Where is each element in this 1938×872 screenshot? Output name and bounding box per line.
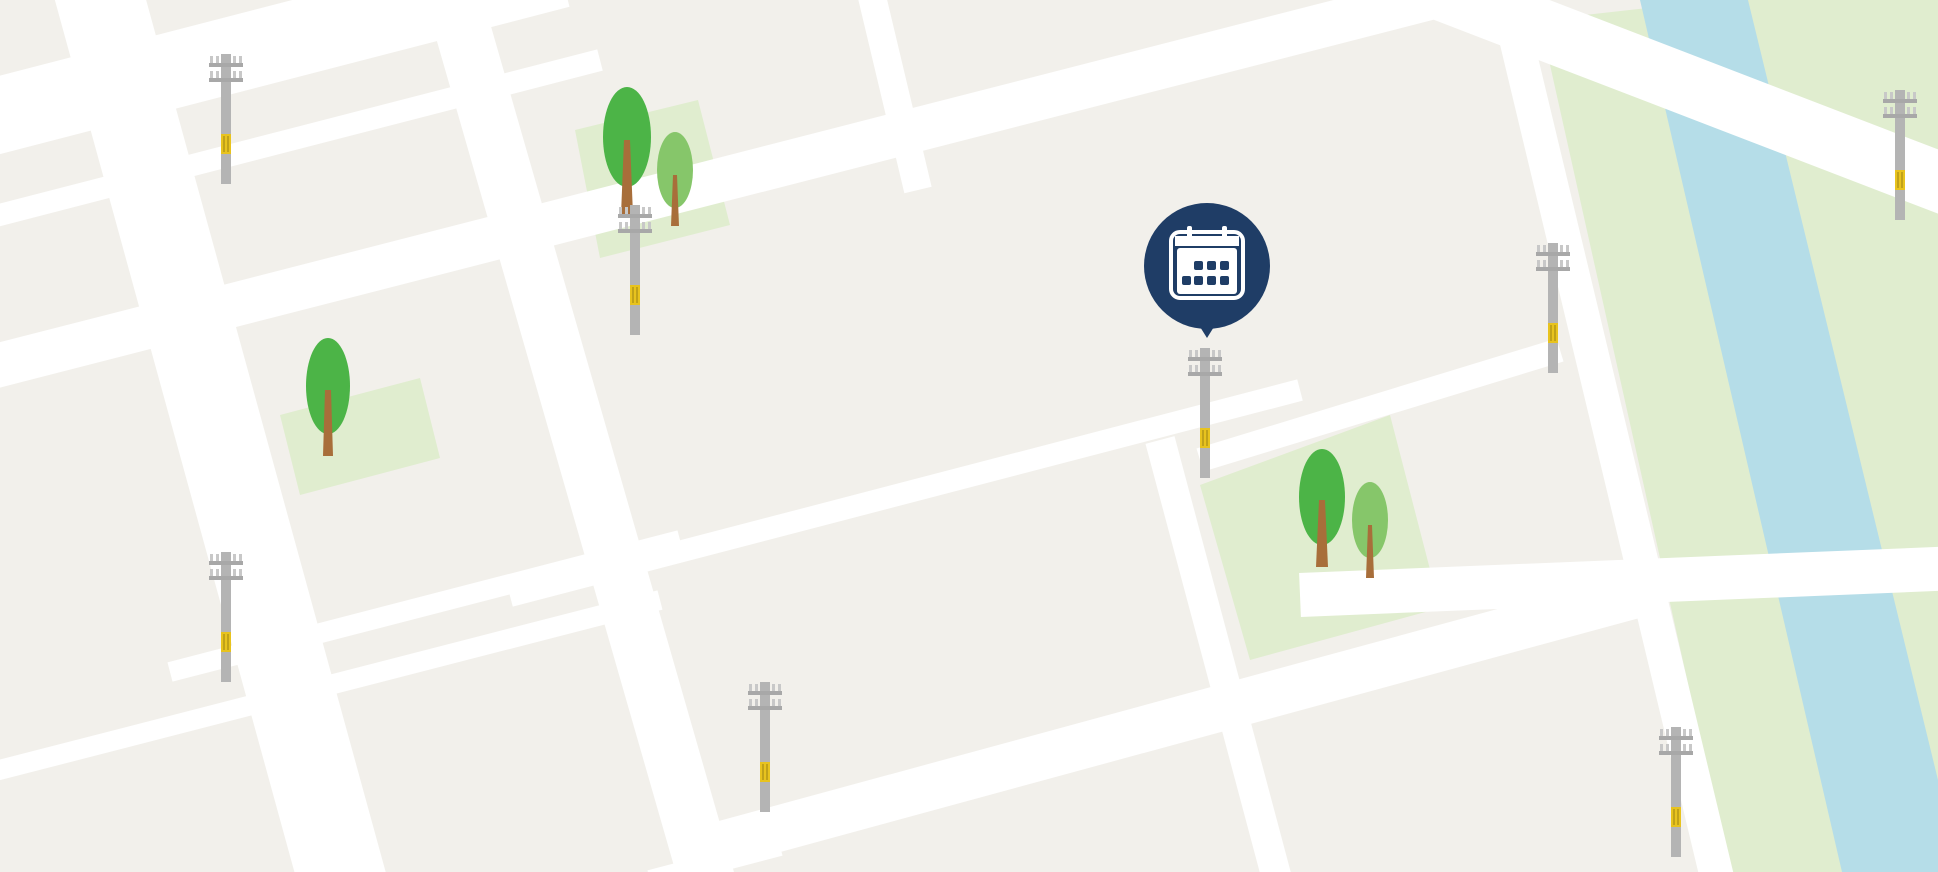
calendar-icon	[1169, 226, 1245, 300]
map-canvas[interactable]	[0, 0, 1938, 872]
road	[1299, 546, 1938, 617]
